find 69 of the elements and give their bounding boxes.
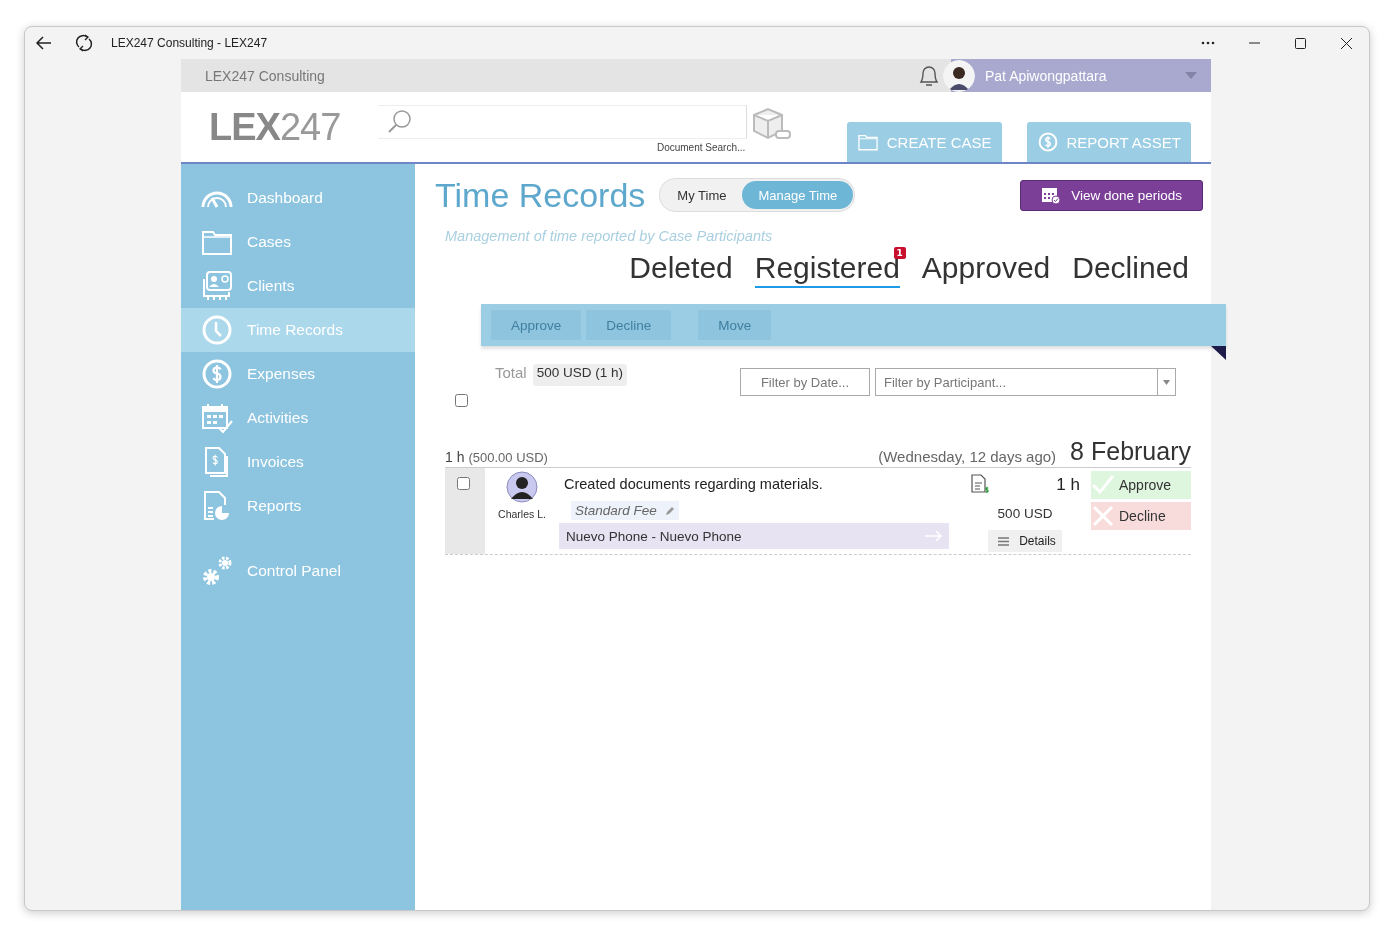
calendar-icon — [200, 401, 234, 435]
sidebar-item[interactable]: Control Panel — [181, 549, 415, 593]
sidebar-item[interactable]: Cases — [181, 220, 415, 264]
sidebar-item[interactable]: Clients — [181, 264, 415, 308]
menu-icon — [998, 536, 1010, 546]
entry-description: Created documents regarding materials. — [564, 476, 824, 492]
more-icon[interactable] — [1201, 41, 1215, 45]
toggle-option[interactable]: My Time — [661, 181, 743, 209]
entry-checkbox[interactable] — [457, 477, 470, 490]
corner-fold-icon — [1211, 346, 1226, 360]
page-title: Time Records — [435, 175, 646, 215]
status-tab[interactable]: Declined — [1072, 250, 1189, 288]
status-tab[interactable]: Deleted — [629, 250, 733, 288]
group-amount: (500.00 USD) — [468, 450, 548, 465]
minimize-icon[interactable] — [1248, 42, 1260, 44]
company-name: LEX247 Consulting — [205, 67, 325, 84]
logo: LEX247 — [209, 105, 341, 149]
search-field[interactable] — [378, 105, 748, 139]
view-toggle[interactable]: My Time Manage Time — [659, 178, 856, 212]
total-label: Total — [495, 364, 527, 383]
avatar-icon — [506, 471, 538, 503]
sidebar-item[interactable]: Expenses — [181, 352, 415, 396]
clock-icon — [200, 313, 234, 347]
date-filter[interactable]: Filter by Date... — [740, 368, 870, 396]
total-value: 500 USD (1 h) — [532, 364, 627, 386]
sidebar-item[interactable]: Activities — [181, 396, 415, 440]
entry-amount: 500 USD — [997, 506, 1053, 521]
maximize-icon[interactable] — [1294, 37, 1306, 49]
matter-link[interactable]: Nuevo Phone - Nuevo Phone — [559, 523, 949, 549]
page-subtitle: Management of time reported by Case Participants — [445, 228, 774, 244]
header-button[interactable]: CREATE CASE — [846, 122, 1002, 162]
group-date: 8 February — [1070, 437, 1191, 465]
entry-hours: 1 h — [1056, 475, 1080, 495]
check-icon — [1091, 473, 1115, 497]
details-button[interactable]: Details — [988, 530, 1062, 552]
window-title: LEX247 Consulting - LEX247 — [111, 36, 268, 50]
close-icon[interactable] — [1340, 37, 1352, 49]
participant-filter[interactable]: Filter by Participant... — [875, 368, 1157, 396]
dropdown-icon — [1163, 379, 1170, 385]
dropdown-button[interactable] — [1157, 368, 1176, 396]
back-icon[interactable] — [35, 34, 53, 52]
arrow-right-icon — [925, 530, 943, 542]
sidebar-item[interactable]: Reports — [181, 484, 415, 528]
view-periods-button[interactable]: View done periods — [1020, 179, 1203, 211]
calendar-check-icon — [1041, 185, 1062, 205]
refresh-icon[interactable] — [75, 34, 93, 52]
contact-card-icon — [200, 269, 234, 303]
dollar-icon — [1036, 131, 1059, 153]
person-name: Charles L. — [498, 508, 546, 520]
dollar-icon — [200, 357, 234, 391]
avatar-icon[interactable] — [943, 59, 975, 92]
decline-button[interactable]: Decline — [1091, 502, 1191, 530]
fee-tag[interactable]: Standard Fee — [571, 501, 679, 520]
sidebar-item[interactable]: Invoices — [181, 440, 415, 484]
status-tab[interactable]: Approved — [921, 250, 1051, 288]
sidebar-item[interactable]: Dashboard — [181, 176, 415, 220]
select-all-checkbox[interactable] — [455, 394, 468, 407]
count-badge: 1 — [893, 247, 906, 259]
group-hours: 1 h — [445, 449, 465, 465]
group-weekday: (Wednesday, 12 days ago) — [878, 448, 1057, 465]
pencil-icon — [664, 505, 675, 516]
cross-icon — [1091, 504, 1115, 528]
header-button[interactable]: REPORT ASSET — [1026, 122, 1191, 162]
gears-icon — [200, 554, 234, 588]
document-dollar-icon — [970, 474, 990, 496]
toggle-option[interactable]: Manage Time — [742, 181, 854, 209]
search-caption: Document Search... — [656, 142, 746, 153]
approve-button[interactable]: Approve — [1091, 471, 1191, 499]
sidebar-item[interactable]: Time Records — [181, 308, 415, 352]
